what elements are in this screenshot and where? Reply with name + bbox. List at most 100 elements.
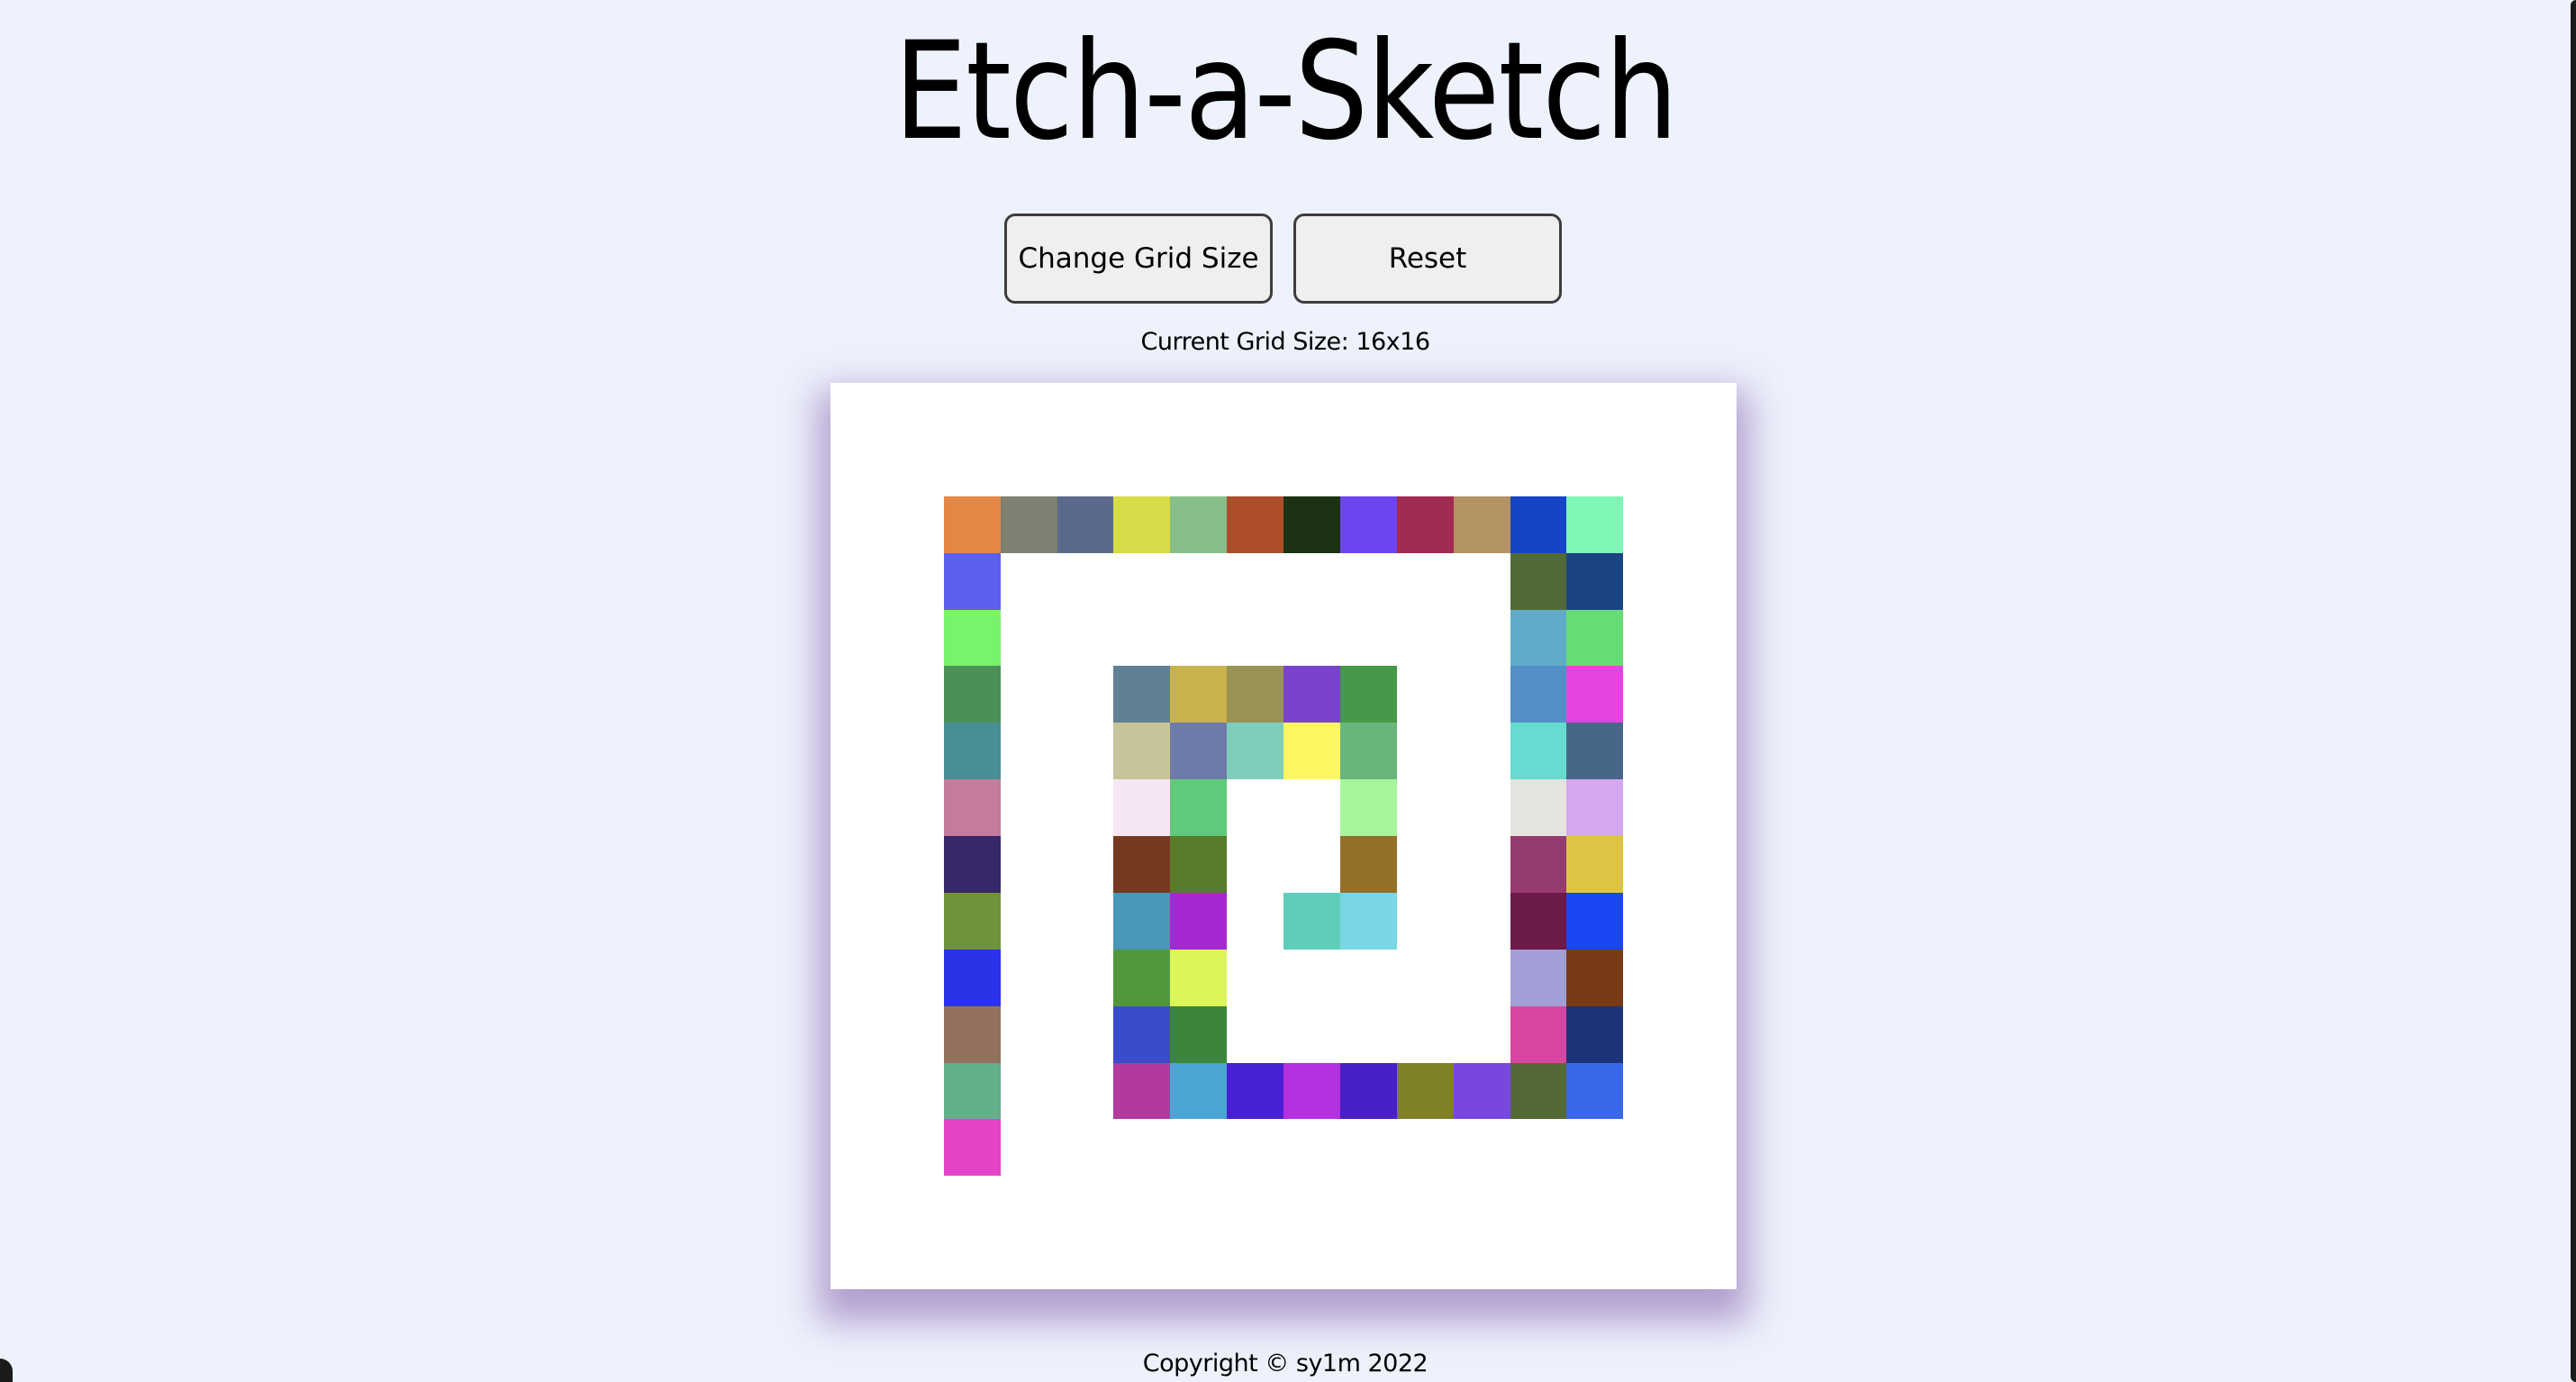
grid-cell[interactable] bbox=[1170, 1005, 1228, 1063]
grid-cell[interactable] bbox=[1000, 496, 1057, 553]
grid-cell[interactable] bbox=[1396, 949, 1454, 1006]
grid-cell[interactable] bbox=[1623, 1005, 1681, 1063]
grid-cell[interactable] bbox=[886, 1176, 944, 1233]
grid-cell[interactable] bbox=[886, 836, 944, 893]
grid-cell[interactable] bbox=[1170, 439, 1228, 496]
grid-cell[interactable] bbox=[886, 1232, 944, 1289]
grid-cell[interactable] bbox=[1566, 836, 1624, 893]
grid-cell[interactable] bbox=[1510, 666, 1567, 723]
grid-cell[interactable] bbox=[1170, 1232, 1228, 1289]
grid-cell[interactable] bbox=[1170, 1176, 1228, 1233]
grid-cell[interactable] bbox=[1339, 836, 1397, 893]
grid-cell[interactable] bbox=[1113, 1005, 1171, 1063]
grid-cell[interactable] bbox=[1113, 439, 1171, 496]
grid-cell[interactable] bbox=[1227, 779, 1283, 836]
grid-cell[interactable] bbox=[1227, 723, 1283, 780]
grid-cell[interactable] bbox=[1283, 1176, 1340, 1233]
grid-cell[interactable] bbox=[1396, 666, 1454, 723]
grid-cell[interactable] bbox=[1227, 439, 1283, 496]
grid-cell[interactable] bbox=[1680, 496, 1737, 553]
grid-cell[interactable] bbox=[1510, 1176, 1567, 1233]
grid-cell[interactable] bbox=[1453, 949, 1510, 1006]
grid-cell[interactable] bbox=[1227, 1062, 1283, 1120]
grid-cell[interactable] bbox=[1113, 779, 1171, 836]
grid-cell[interactable] bbox=[830, 1232, 887, 1289]
grid-cell[interactable] bbox=[1680, 1005, 1737, 1063]
grid-cell[interactable] bbox=[1000, 1176, 1057, 1233]
grid-cell[interactable] bbox=[1339, 1176, 1397, 1233]
grid-cell[interactable] bbox=[1170, 892, 1228, 950]
grid-cell[interactable] bbox=[1566, 949, 1624, 1006]
grid-cell[interactable] bbox=[1283, 383, 1340, 440]
grid-cell[interactable] bbox=[1453, 552, 1510, 610]
grid-cell[interactable] bbox=[1170, 609, 1228, 667]
grid-cell[interactable] bbox=[1396, 779, 1454, 836]
grid-cell[interactable] bbox=[886, 1062, 944, 1120]
grid-cell[interactable] bbox=[1453, 1005, 1510, 1063]
grid-cell[interactable] bbox=[1000, 836, 1057, 893]
grid-cell[interactable] bbox=[943, 1062, 1001, 1120]
grid-cell[interactable] bbox=[1339, 496, 1397, 553]
grid-cell[interactable] bbox=[1566, 1176, 1624, 1233]
sketch-grid[interactable] bbox=[830, 383, 1737, 1289]
grid-cell[interactable] bbox=[830, 666, 887, 723]
grid-cell[interactable] bbox=[1283, 552, 1340, 610]
grid-cell[interactable] bbox=[943, 723, 1001, 780]
grid-cell[interactable] bbox=[1680, 836, 1737, 893]
grid-cell[interactable] bbox=[1510, 1062, 1567, 1120]
grid-cell[interactable] bbox=[1227, 1005, 1283, 1063]
grid-cell[interactable] bbox=[1623, 836, 1681, 893]
grid-cell[interactable] bbox=[1566, 1119, 1624, 1177]
grid-cell[interactable] bbox=[1453, 836, 1510, 893]
grid-cell[interactable] bbox=[1623, 666, 1681, 723]
grid-cell[interactable] bbox=[1453, 1119, 1510, 1177]
grid-cell[interactable] bbox=[1623, 1119, 1681, 1177]
grid-cell[interactable] bbox=[1566, 496, 1624, 553]
grid-cell[interactable] bbox=[830, 496, 887, 553]
grid-cell[interactable] bbox=[1170, 723, 1228, 780]
grid-cell[interactable] bbox=[1339, 609, 1397, 667]
grid-cell[interactable] bbox=[1623, 892, 1681, 950]
change-grid-size-button[interactable]: Change Grid Size bbox=[1004, 214, 1273, 304]
grid-cell[interactable] bbox=[830, 836, 887, 893]
grid-cell[interactable] bbox=[1680, 1062, 1737, 1120]
grid-cell[interactable] bbox=[1057, 666, 1114, 723]
grid-cell[interactable] bbox=[1113, 949, 1171, 1006]
grid-cell[interactable] bbox=[1396, 609, 1454, 667]
grid-cell[interactable] bbox=[1566, 609, 1624, 667]
grid-cell[interactable] bbox=[1000, 1232, 1057, 1289]
grid-cell[interactable] bbox=[1113, 836, 1171, 893]
grid-cell[interactable] bbox=[1227, 552, 1283, 610]
grid-cell[interactable] bbox=[1113, 666, 1171, 723]
grid-cell[interactable] bbox=[1057, 609, 1114, 667]
grid-cell[interactable] bbox=[943, 836, 1001, 893]
grid-cell[interactable] bbox=[943, 779, 1001, 836]
grid-cell[interactable] bbox=[830, 439, 887, 496]
grid-cell[interactable] bbox=[1227, 836, 1283, 893]
grid-cell[interactable] bbox=[1680, 439, 1737, 496]
grid-cell[interactable] bbox=[1170, 949, 1228, 1006]
grid-cell[interactable] bbox=[943, 1119, 1001, 1177]
grid-cell[interactable] bbox=[943, 609, 1001, 667]
grid-cell[interactable] bbox=[1623, 723, 1681, 780]
grid-cell[interactable] bbox=[830, 1005, 887, 1063]
grid-cell[interactable] bbox=[1113, 496, 1171, 553]
grid-cell[interactable] bbox=[1057, 439, 1114, 496]
grid-cell[interactable] bbox=[886, 892, 944, 950]
grid-cell[interactable] bbox=[1000, 1119, 1057, 1177]
grid-cell[interactable] bbox=[943, 383, 1001, 440]
grid-cell[interactable] bbox=[1170, 666, 1228, 723]
grid-cell[interactable] bbox=[1283, 1062, 1340, 1120]
grid-cell[interactable] bbox=[1453, 609, 1510, 667]
grid-cell[interactable] bbox=[1113, 1119, 1171, 1177]
grid-cell[interactable] bbox=[1339, 1232, 1397, 1289]
grid-cell[interactable] bbox=[1057, 1005, 1114, 1063]
grid-cell[interactable] bbox=[1510, 1005, 1567, 1063]
grid-cell[interactable] bbox=[1566, 1232, 1624, 1289]
grid-cell[interactable] bbox=[1339, 723, 1397, 780]
grid-cell[interactable] bbox=[1510, 779, 1567, 836]
grid-cell[interactable] bbox=[1339, 666, 1397, 723]
grid-cell[interactable] bbox=[1453, 666, 1510, 723]
grid-cell[interactable] bbox=[1057, 779, 1114, 836]
grid-cell[interactable] bbox=[1453, 383, 1510, 440]
